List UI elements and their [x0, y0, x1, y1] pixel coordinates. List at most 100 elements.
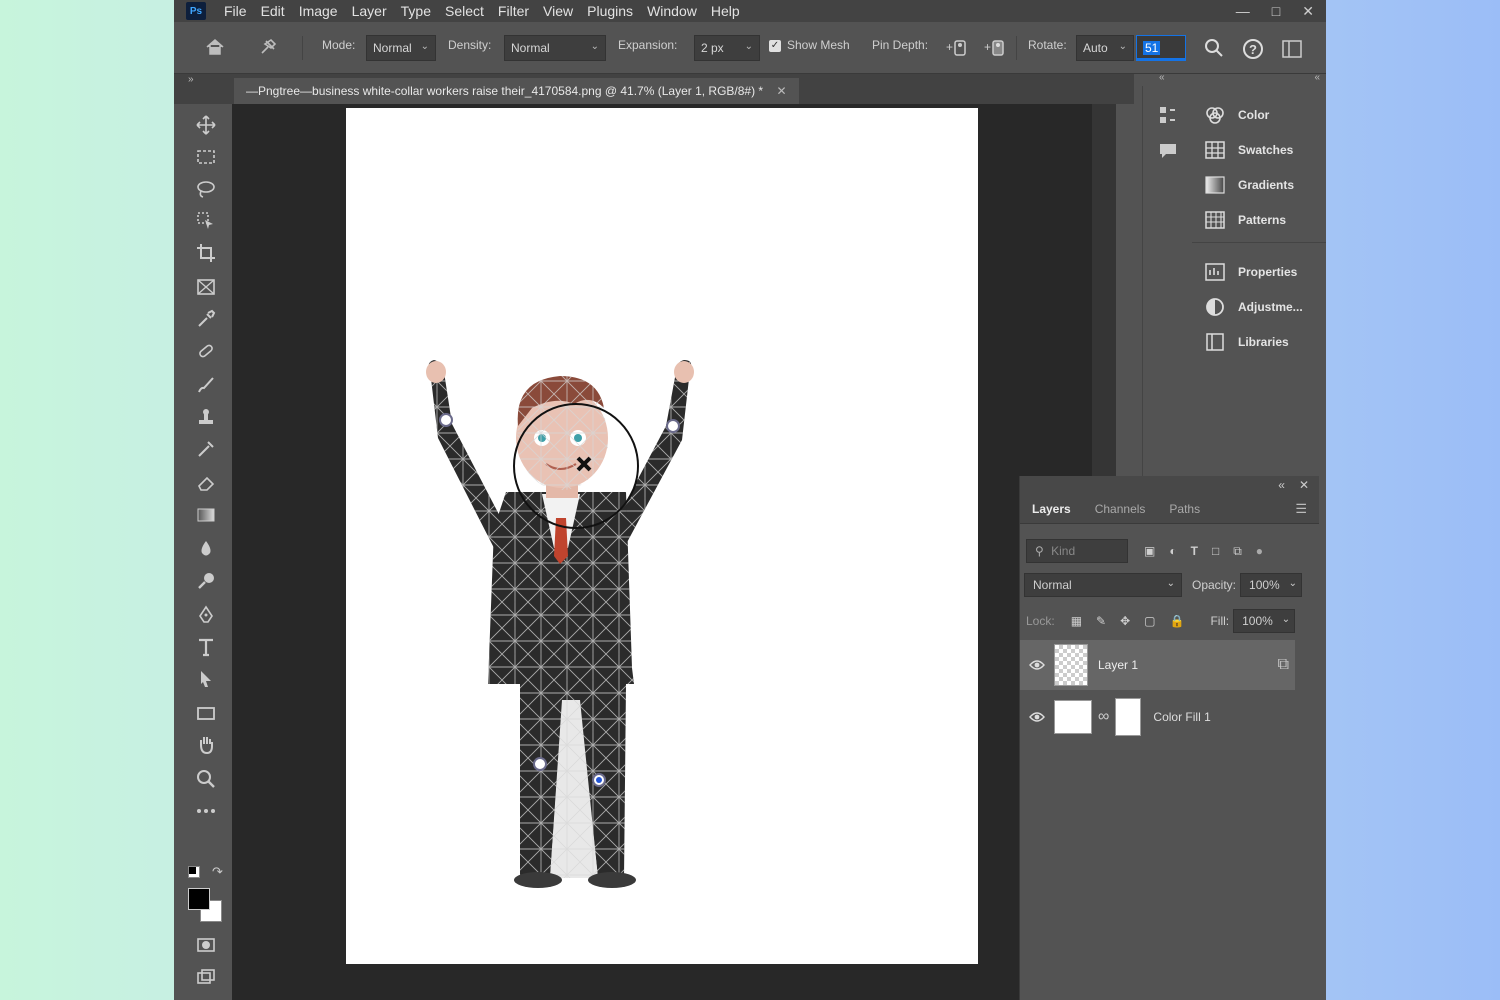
healing-brush-tool-icon[interactable]: [193, 338, 219, 364]
lasso-tool-icon[interactable]: [193, 176, 219, 202]
crop-tool-icon[interactable]: [193, 240, 219, 266]
tab-layers[interactable]: Layers: [1020, 502, 1083, 516]
rotate-select[interactable]: Auto ⌄: [1076, 35, 1134, 61]
density-select[interactable]: Normal ⌄: [504, 35, 606, 61]
businessman-image: [426, 360, 694, 888]
type-tool-icon[interactable]: [193, 634, 219, 660]
filter-pixel-icon[interactable]: ▣: [1144, 544, 1155, 558]
panel-menu-icon[interactable]: ☰: [1295, 501, 1307, 517]
visibility-eye-icon[interactable]: [1020, 659, 1054, 671]
panel-properties[interactable]: Properties: [1204, 261, 1297, 283]
close-window-icon[interactable]: ✕: [1302, 3, 1314, 20]
swap-colors-icon[interactable]: ↷: [212, 864, 223, 880]
clone-stamp-tool-icon[interactable]: [193, 404, 219, 430]
pen-tool-icon[interactable]: [193, 602, 219, 628]
gradient-tool-icon[interactable]: [193, 502, 219, 528]
collapse-panel-icon[interactable]: «: [1278, 478, 1285, 492]
home-icon[interactable]: [204, 36, 226, 63]
collapse-arrows-icon[interactable]: «: [1159, 72, 1165, 83]
history-brush-tool-icon[interactable]: [193, 436, 219, 462]
path-selection-tool-icon[interactable]: [193, 666, 219, 692]
more-tools-icon[interactable]: [193, 798, 219, 824]
pin-depth-front-icon[interactable]: +: [946, 37, 970, 64]
menu-edit[interactable]: Edit: [261, 3, 285, 19]
menu-image[interactable]: Image: [299, 3, 338, 19]
panel-gradients[interactable]: Gradients: [1204, 174, 1294, 196]
document-canvas[interactable]: [346, 108, 978, 964]
default-colors-icon[interactable]: [188, 866, 200, 878]
expansion-input[interactable]: 2 px ⌄: [694, 35, 760, 61]
blend-mode-select[interactable]: Normal ⌄: [1024, 573, 1182, 597]
close-panel-icon[interactable]: ✕: [1299, 478, 1309, 492]
panel-libraries[interactable]: Libraries: [1204, 331, 1289, 353]
tab-channels[interactable]: Channels: [1083, 502, 1158, 516]
panel-swatches[interactable]: Swatches: [1204, 139, 1293, 161]
lock-position-icon[interactable]: ✥: [1120, 614, 1130, 628]
menu-file[interactable]: File: [224, 3, 247, 19]
document-tab[interactable]: —Pngtree—business white-collar workers r…: [234, 78, 799, 104]
collapse-arrows-icon[interactable]: «: [1314, 72, 1320, 83]
brush-tool-icon[interactable]: [193, 372, 219, 398]
maximize-icon[interactable]: □: [1272, 3, 1280, 19]
filter-type-icon[interactable]: T: [1191, 544, 1198, 558]
screen-mode-icon[interactable]: [193, 964, 219, 990]
lock-paint-icon[interactable]: ✎: [1096, 614, 1106, 628]
menu-plugins[interactable]: Plugins: [587, 3, 633, 19]
mode-select[interactable]: Normal ⌄: [366, 35, 436, 61]
pin-depth-back-icon[interactable]: +: [984, 37, 1008, 64]
svg-text:+: +: [946, 40, 953, 54]
comments-icon[interactable]: [1157, 140, 1179, 167]
menu-layer[interactable]: Layer: [352, 3, 387, 19]
layer-row[interactable]: ∞ Color Fill 1: [1020, 692, 1295, 742]
menu-view[interactable]: View: [543, 3, 573, 19]
lock-artboard-icon[interactable]: ▢: [1144, 614, 1155, 628]
marquee-tool-icon[interactable]: [193, 144, 219, 170]
blur-tool-icon[interactable]: [193, 536, 219, 562]
lock-all-icon[interactable]: 🔒: [1170, 614, 1185, 628]
frame-tool-icon[interactable]: [193, 274, 219, 300]
show-mesh-label: Show Mesh: [787, 38, 850, 52]
panel-color[interactable]: Color: [1204, 104, 1269, 126]
foreground-color-swatch[interactable]: [188, 888, 210, 910]
menu-window[interactable]: Window: [647, 3, 697, 19]
hand-tool-icon[interactable]: [193, 732, 219, 758]
visibility-eye-icon[interactable]: [1020, 711, 1054, 723]
rotate-angle-input[interactable]: 51: [1136, 35, 1186, 61]
layer-row[interactable]: Layer 1 ⧉: [1020, 640, 1295, 690]
quick-mask-icon[interactable]: [193, 932, 219, 958]
puppet-warp-tool-icon[interactable]: [258, 37, 278, 62]
filter-adjustment-icon[interactable]: ◐: [1169, 544, 1176, 558]
help-icon[interactable]: ?: [1242, 38, 1264, 65]
search-icon[interactable]: [1204, 38, 1224, 63]
filter-smart-object-icon[interactable]: ⧉: [1233, 544, 1242, 559]
eraser-tool-icon[interactable]: [193, 470, 219, 496]
panel-patterns[interactable]: Patterns: [1204, 209, 1286, 231]
zoom-tool-icon[interactable]: [193, 766, 219, 792]
minimize-icon[interactable]: —: [1236, 3, 1250, 19]
filter-shape-icon[interactable]: □: [1212, 544, 1219, 558]
opacity-input[interactable]: 100% ⌄: [1240, 573, 1303, 597]
menu-help[interactable]: Help: [711, 3, 740, 19]
menu-filter[interactable]: Filter: [498, 3, 529, 19]
rotate-value: Auto: [1083, 41, 1108, 55]
menu-select[interactable]: Select: [445, 3, 484, 19]
rectangle-tool-icon[interactable]: [193, 700, 219, 726]
workspace-icon[interactable]: [1282, 40, 1302, 63]
move-tool-icon[interactable]: [193, 112, 219, 138]
filter-toggle-icon[interactable]: ●: [1256, 544, 1263, 558]
tab-paths[interactable]: Paths: [1157, 502, 1212, 516]
show-mesh-checkbox[interactable]: ✓: [769, 40, 781, 52]
lock-row: Lock: ▦ ✎ ✥ ▢ 🔒 Fill: 100% ⌄: [1020, 608, 1319, 634]
menu-type[interactable]: Type: [401, 3, 431, 19]
panel-adjustments[interactable]: Adjustme...: [1204, 296, 1303, 318]
close-tab-icon[interactable]: ✕: [776, 84, 786, 98]
lock-transparent-icon[interactable]: ▦: [1071, 614, 1082, 628]
canvas-workspace[interactable]: [232, 104, 1116, 1000]
layer-kind-filter[interactable]: ⚲ Kind: [1026, 539, 1128, 563]
collapse-arrows-icon[interactable]: »: [188, 74, 194, 85]
history-icon[interactable]: [1157, 104, 1179, 133]
eyedropper-tool-icon[interactable]: [193, 306, 219, 332]
dodge-tool-icon[interactable]: [193, 568, 219, 594]
object-selection-tool-icon[interactable]: [193, 208, 219, 234]
fill-input[interactable]: 100% ⌄: [1233, 609, 1296, 633]
